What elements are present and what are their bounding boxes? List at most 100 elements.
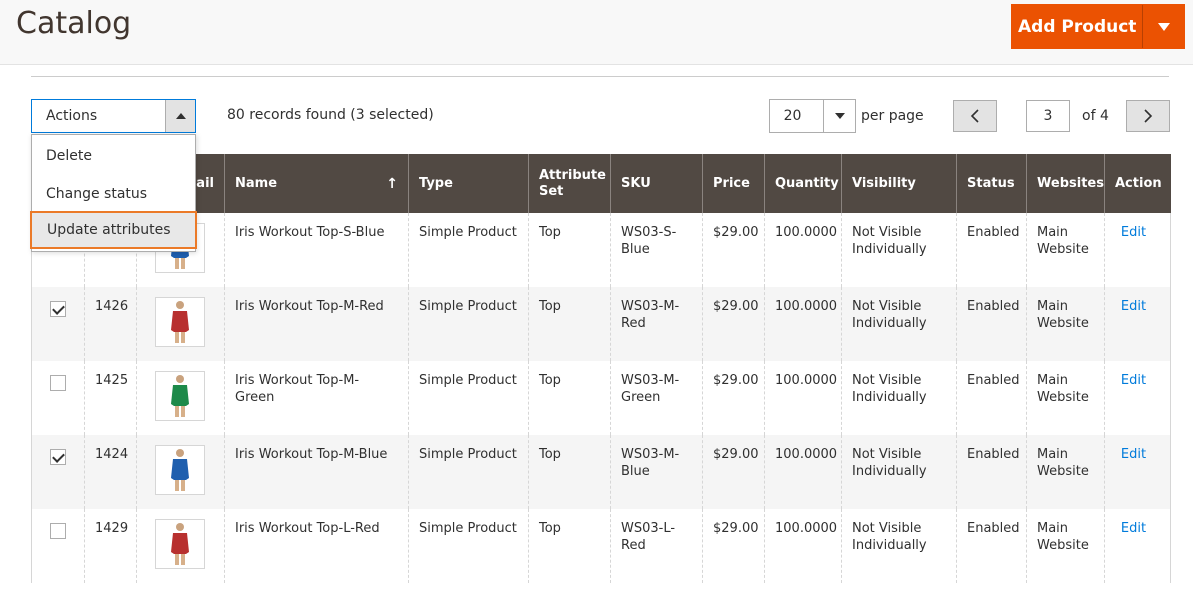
row-select-cell xyxy=(31,361,85,435)
table-row[interactable]: 1429 Iris Workout Top-L-Red Simple Product… xyxy=(31,509,1171,583)
next-page-button[interactable] xyxy=(1126,100,1170,132)
chevron-left-icon xyxy=(970,109,979,123)
triangle-up-icon xyxy=(175,113,186,119)
add-product-button-group[interactable]: Add Product xyxy=(1011,4,1185,49)
row-quantity: 100.0000 xyxy=(764,213,842,287)
per-page-select[interactable]: 20 xyxy=(769,99,856,133)
row-websites: Main Website xyxy=(1026,287,1105,361)
row-price: $29.00 xyxy=(702,435,765,509)
row-type: Simple Product xyxy=(408,361,529,435)
col-action: Action xyxy=(1104,154,1171,213)
actions-dropdown[interactable]: Actions xyxy=(31,99,196,133)
table-row[interactable]: Iris Workout Top-S-Blue Simple Product Top… xyxy=(31,213,1171,287)
add-product-button[interactable]: Add Product xyxy=(1012,5,1142,48)
page-title: Catalog xyxy=(16,6,132,41)
sort-arrow-up-icon: ↑ xyxy=(386,175,398,192)
row-id: 1429 xyxy=(84,509,137,583)
col-type[interactable]: Type xyxy=(408,154,529,213)
row-action-cell: Edit xyxy=(1104,287,1171,361)
row-attribute-set: Top xyxy=(528,435,611,509)
page-total: of 4 xyxy=(1082,108,1109,124)
edit-link[interactable]: Edit xyxy=(1107,372,1160,389)
product-grid: nail Name ↑ Type Attribute Set SKU Price … xyxy=(31,154,1171,583)
row-name: Iris Workout Top-M-Blue xyxy=(224,435,409,509)
row-select-cell xyxy=(31,509,85,583)
row-attribute-set: Top xyxy=(528,509,611,583)
shirt-thumbnail-icon xyxy=(171,375,189,417)
row-id: 1424 xyxy=(84,435,137,509)
row-checkbox[interactable] xyxy=(50,523,66,539)
col-name[interactable]: Name ↑ xyxy=(224,154,409,213)
edit-link[interactable]: Edit xyxy=(1107,446,1160,463)
col-sku[interactable]: SKU xyxy=(610,154,703,213)
per-page-value: 20 xyxy=(783,108,802,124)
row-quantity: 100.0000 xyxy=(764,361,842,435)
row-name: Iris Workout Top-M-Green xyxy=(224,361,409,435)
row-websites: Main Website xyxy=(1026,509,1105,583)
row-thumbnail-cell xyxy=(136,435,225,509)
col-visibility[interactable]: Visibility xyxy=(841,154,957,213)
row-checkbox[interactable] xyxy=(50,449,66,465)
row-sku: WS03-M-Red xyxy=(610,287,703,361)
row-sku: WS03-S-Blue xyxy=(610,213,703,287)
row-price: $29.00 xyxy=(702,213,765,287)
row-visibility: Not Visible Individually xyxy=(841,287,957,361)
prev-page-button[interactable] xyxy=(953,100,997,132)
shirt-thumbnail-icon xyxy=(171,449,189,491)
row-type: Simple Product xyxy=(408,287,529,361)
row-attribute-set: Top xyxy=(528,361,611,435)
row-quantity: 100.0000 xyxy=(764,509,842,583)
actions-toggle[interactable] xyxy=(165,100,195,132)
row-type: Simple Product xyxy=(408,213,529,287)
row-type: Simple Product xyxy=(408,435,529,509)
row-thumbnail-cell xyxy=(136,287,225,361)
menu-item-update-attributes[interactable]: Update attributes xyxy=(30,211,197,249)
row-action-cell: Edit xyxy=(1104,361,1171,435)
col-price[interactable]: Price xyxy=(702,154,765,213)
per-page-toggle[interactable] xyxy=(823,100,855,132)
edit-link[interactable]: Edit xyxy=(1107,520,1160,537)
row-sku: WS03-M-Blue xyxy=(610,435,703,509)
table-row[interactable]: 1424 Iris Workout Top-M-Blue Simple Produc… xyxy=(31,435,1171,509)
row-attribute-set: Top xyxy=(528,213,611,287)
row-checkbox[interactable] xyxy=(50,375,66,391)
product-thumbnail[interactable] xyxy=(155,297,205,347)
row-websites: Main Website xyxy=(1026,213,1105,287)
shirt-thumbnail-icon xyxy=(171,301,189,343)
divider xyxy=(31,76,1169,77)
row-quantity: 100.0000 xyxy=(764,435,842,509)
row-action-cell: Edit xyxy=(1104,435,1171,509)
table-row[interactable]: 1425 Iris Workout Top-M-Green Simple Produ… xyxy=(31,361,1171,435)
menu-item-change-status[interactable]: Change status xyxy=(32,175,195,213)
col-quantity[interactable]: Quantity xyxy=(764,154,842,213)
actions-label: Actions xyxy=(46,108,98,124)
per-page-label: per page xyxy=(861,108,924,124)
col-attribute-set[interactable]: Attribute Set xyxy=(528,154,611,213)
row-type: Simple Product xyxy=(408,509,529,583)
row-action-cell: Edit xyxy=(1104,509,1171,583)
table-row[interactable]: 1426 Iris Workout Top-M-Red Simple Product… xyxy=(31,287,1171,361)
row-status: Enabled xyxy=(956,361,1027,435)
col-websites[interactable]: Websites xyxy=(1026,154,1105,213)
product-thumbnail[interactable] xyxy=(155,445,205,495)
row-sku: WS03-L-Red xyxy=(610,509,703,583)
row-checkbox[interactable] xyxy=(50,301,66,317)
col-status[interactable]: Status xyxy=(956,154,1027,213)
triangle-down-icon xyxy=(834,113,845,119)
row-websites: Main Website xyxy=(1026,361,1105,435)
product-thumbnail[interactable] xyxy=(155,519,205,569)
edit-link[interactable]: Edit xyxy=(1107,224,1160,241)
actions-menu: Delete Change status Update attributes xyxy=(30,134,197,252)
triangle-down-icon xyxy=(1157,22,1170,31)
edit-link[interactable]: Edit xyxy=(1107,298,1160,315)
current-page-input[interactable]: 3 xyxy=(1026,100,1070,132)
row-id: 1425 xyxy=(84,361,137,435)
add-product-split-toggle[interactable] xyxy=(1142,5,1184,48)
menu-item-delete[interactable]: Delete xyxy=(32,137,195,175)
row-sku: WS03-M-Green xyxy=(610,361,703,435)
shirt-thumbnail-icon xyxy=(171,523,189,565)
row-status: Enabled xyxy=(956,509,1027,583)
row-visibility: Not Visible Individually xyxy=(841,213,957,287)
row-name: Iris Workout Top-M-Red xyxy=(224,287,409,361)
product-thumbnail[interactable] xyxy=(155,371,205,421)
